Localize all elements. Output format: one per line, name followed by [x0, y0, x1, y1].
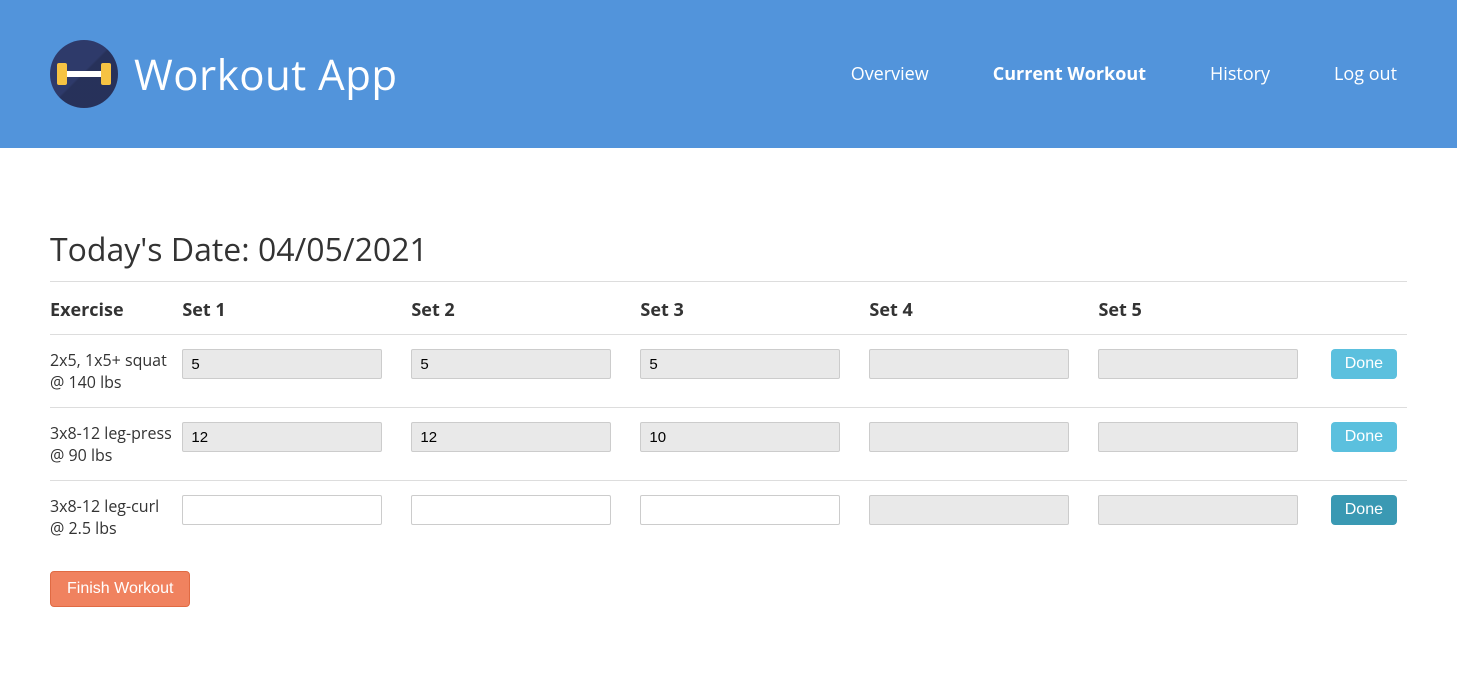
- set-input[interactable]: [640, 495, 840, 525]
- done-button[interactable]: Done: [1331, 422, 1397, 452]
- set-input[interactable]: [411, 495, 611, 525]
- col-action-header: [1327, 286, 1407, 335]
- nav-overview[interactable]: Overview: [851, 62, 929, 86]
- set-input-disabled: [1098, 495, 1298, 525]
- col-set1-header: Set 1: [182, 286, 411, 335]
- col-set4-header: Set 4: [869, 286, 1098, 335]
- set-input-disabled: [869, 422, 1069, 452]
- done-button[interactable]: Done: [1331, 349, 1397, 379]
- set-input[interactable]: [182, 349, 382, 379]
- nav-history[interactable]: History: [1210, 62, 1270, 86]
- page-title: Today's Date: 04/05/2021: [50, 228, 1407, 282]
- set-input-disabled: [869, 495, 1069, 525]
- main-content: Today's Date: 04/05/2021 Exercise Set 1 …: [0, 148, 1457, 647]
- nav-links: Overview Current Workout History Log out: [851, 62, 1397, 86]
- dumbbell-logo-icon: [50, 40, 118, 108]
- exercise-name: 2x5, 1x5+ squat @ 140 lbs: [50, 335, 182, 408]
- set-input-disabled: [869, 349, 1069, 379]
- set-input-disabled: [1098, 422, 1298, 452]
- set-input[interactable]: [182, 422, 382, 452]
- done-button[interactable]: Done: [1331, 495, 1397, 525]
- nav-logout[interactable]: Log out: [1334, 62, 1397, 86]
- finish-workout-button[interactable]: Finish Workout: [50, 571, 190, 607]
- exercise-name: 3x8-12 leg-press @ 90 lbs: [50, 408, 182, 481]
- workout-table: Exercise Set 1 Set 2 Set 3 Set 4 Set 5 2…: [50, 286, 1407, 553]
- brand[interactable]: Workout App: [50, 40, 398, 108]
- set-input[interactable]: [182, 495, 382, 525]
- set-input[interactable]: [411, 349, 611, 379]
- set-input[interactable]: [640, 422, 840, 452]
- exercise-name: 3x8-12 leg-curl @ 2.5 lbs: [50, 481, 182, 554]
- table-row: 3x8-12 leg-press @ 90 lbs Done: [50, 408, 1407, 481]
- col-exercise-header: Exercise: [50, 286, 182, 335]
- set-input[interactable]: [411, 422, 611, 452]
- set-input[interactable]: [640, 349, 840, 379]
- table-row: 3x8-12 leg-curl @ 2.5 lbs Done: [50, 481, 1407, 554]
- col-set3-header: Set 3: [640, 286, 869, 335]
- set-input-disabled: [1098, 349, 1298, 379]
- col-set2-header: Set 2: [411, 286, 640, 335]
- nav-current-workout[interactable]: Current Workout: [993, 62, 1146, 86]
- table-row: 2x5, 1x5+ squat @ 140 lbs Done: [50, 335, 1407, 408]
- app-title: Workout App: [134, 46, 398, 103]
- col-set5-header: Set 5: [1098, 286, 1327, 335]
- navbar: Workout App Overview Current Workout His…: [0, 0, 1457, 148]
